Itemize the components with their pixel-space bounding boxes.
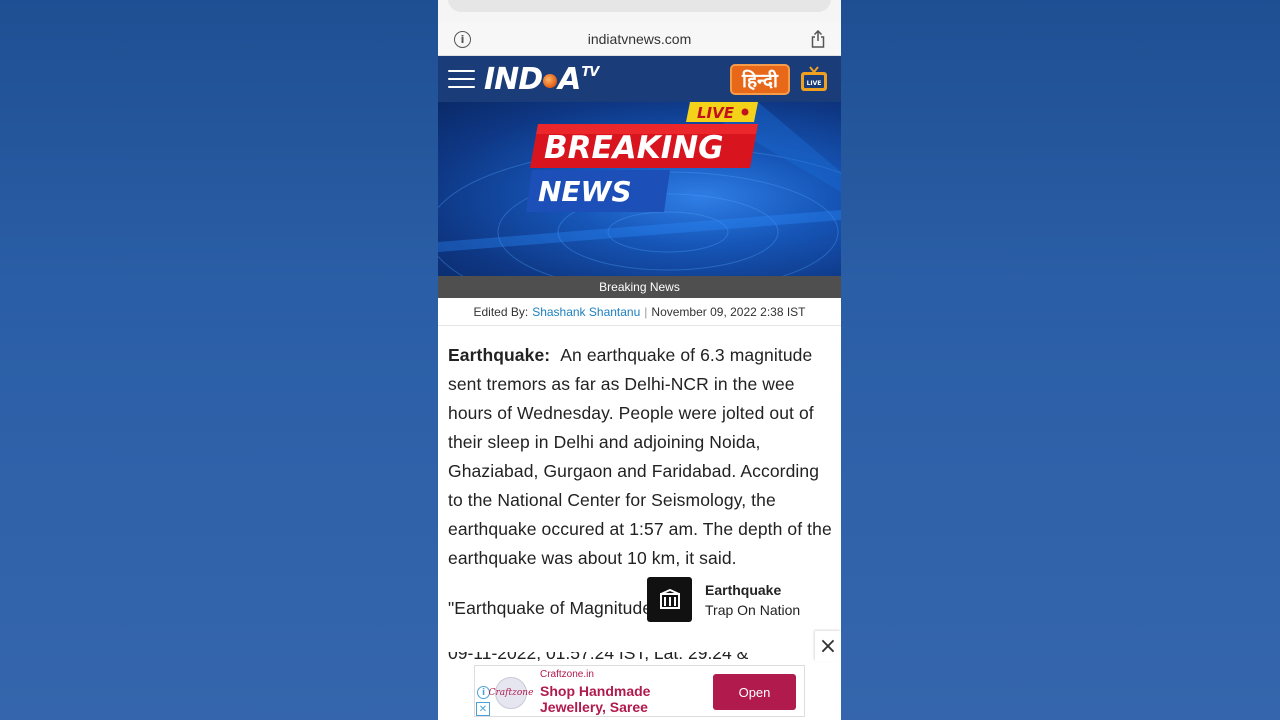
byline: Edited By: Shashank Shantanu | November … bbox=[438, 298, 841, 326]
breaking-news-graphic: LIVE BREAKING NEWS bbox=[438, 102, 841, 276]
article-clipped-line: 09-11-2022, 01:57:24 IST, Lat: 29.24 & bbox=[448, 652, 818, 661]
byline-prefix: Edited By: bbox=[473, 304, 529, 319]
ad-brand-logo: Craftzone bbox=[489, 677, 533, 709]
ad-source: Craftzone.in bbox=[540, 669, 594, 680]
publish-date: November 09, 2022 2:38 IST bbox=[651, 304, 806, 319]
image-caption: Breaking News bbox=[438, 276, 841, 298]
breaking-label: BREAKING bbox=[544, 130, 724, 166]
live-tag: LIVE bbox=[697, 104, 735, 122]
byline-separator: | bbox=[644, 304, 648, 319]
site-header: IND A TV हिन्दी LIVE bbox=[438, 56, 841, 102]
info-icon[interactable]: i bbox=[454, 31, 471, 48]
author-link[interactable]: Shashank Shantanu bbox=[532, 305, 640, 319]
svg-text:LIVE: LIVE bbox=[807, 80, 822, 87]
album-logo-icon bbox=[659, 588, 680, 609]
address-bar[interactable]: i indiatvnews.com bbox=[438, 22, 841, 56]
share-icon[interactable] bbox=[811, 30, 825, 48]
track-title: Earthquake bbox=[705, 582, 782, 598]
url-domain[interactable]: indiatvnews.com bbox=[588, 31, 692, 47]
track-artist: Trap On Nation bbox=[705, 602, 801, 618]
article-kicker: Earthquake: bbox=[448, 345, 551, 365]
live-tv-icon[interactable]: LIVE bbox=[800, 66, 828, 92]
album-art bbox=[647, 577, 692, 622]
hindi-language-button[interactable]: हिन्दी bbox=[730, 64, 790, 95]
search-pill[interactable] bbox=[448, 0, 831, 12]
ad-open-button[interactable]: Open bbox=[713, 674, 796, 710]
now-playing-chip[interactable]: Earthquake Trap On Nation bbox=[647, 577, 837, 625]
menu-icon[interactable] bbox=[448, 70, 475, 88]
ad-dismiss-icon[interactable]: ✕ bbox=[476, 702, 490, 716]
article-paragraph-1: Earthquake: An earthquake of 6.3 magnitu… bbox=[448, 341, 833, 573]
news-label: NEWS bbox=[538, 175, 632, 208]
ad-headline: Shop Handmade Jewellery, Saree bbox=[540, 683, 651, 715]
phone-screen: i indiatvnews.com IND A TV हिन्दी LIVE L… bbox=[438, 0, 841, 720]
close-ad-icon[interactable]: × bbox=[815, 631, 841, 661]
india-tv-logo[interactable]: IND A TV bbox=[484, 62, 599, 97]
browser-top-strip bbox=[438, 0, 841, 22]
article-text-1: An earthquake of 6.3 magnitude sent trem… bbox=[448, 345, 832, 568]
ad-banner[interactable]: i ✕ Craftzone Craftzone.in Shop Handmade… bbox=[474, 665, 805, 717]
breaking-news-image[interactable]: LIVE BREAKING NEWS bbox=[438, 102, 841, 276]
